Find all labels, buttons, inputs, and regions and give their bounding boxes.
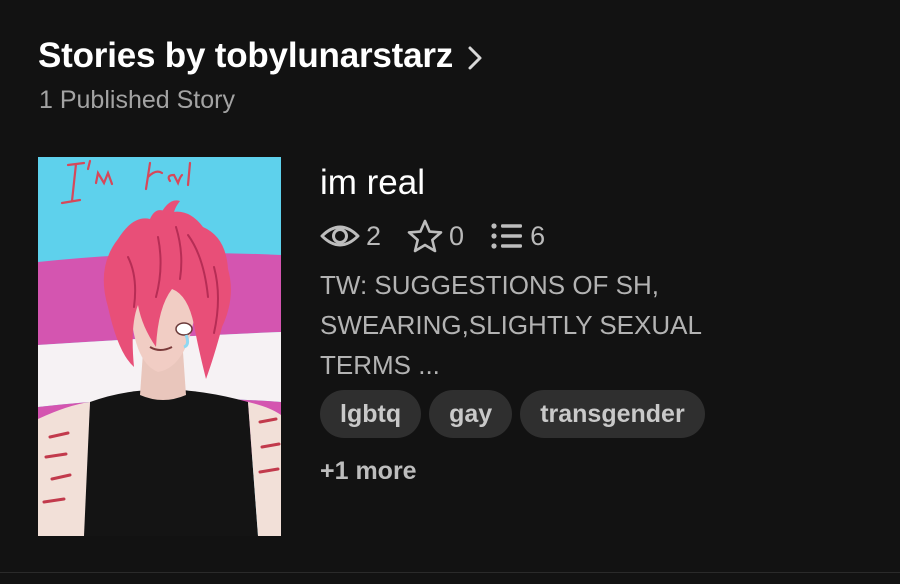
chevron-right-icon: [467, 45, 483, 71]
published-count: 1 Published Story: [39, 86, 235, 114]
reads-count: 2: [366, 220, 382, 251]
story-stats: 2 0 6: [320, 219, 571, 253]
story-cover-image[interactable]: [38, 157, 281, 536]
tag-list: lgbtq gay transgender: [320, 390, 705, 438]
story-card[interactable]: im real 2 0 6 TW: SUGGESTIONS OF SH, SWE…: [38, 157, 738, 537]
votes-count: 0: [449, 220, 465, 251]
more-tags-link[interactable]: +1 more: [320, 457, 417, 486]
votes-stat: 0: [407, 219, 464, 253]
stories-header-link[interactable]: Stories by tobylunarstarz: [38, 36, 483, 76]
eye-icon: [320, 222, 360, 250]
header-title: Stories by tobylunarstarz: [38, 36, 454, 75]
tag-lgbtq[interactable]: lgbtq: [320, 390, 422, 438]
description-line: TERMS ...: [320, 350, 440, 380]
reads-stat: 2: [320, 221, 381, 252]
parts-stat: 6: [490, 221, 545, 252]
story-description: TW: SUGGESTIONS OF SH, SWEARING,SLIGHTLY…: [320, 265, 730, 385]
parts-count: 6: [530, 220, 546, 251]
divider: [0, 572, 900, 573]
tag-gay[interactable]: gay: [429, 390, 513, 438]
description-line: SWEARING,SLIGHTLY SEXUAL: [320, 310, 702, 340]
tag-transgender[interactable]: transgender: [520, 390, 705, 438]
description-line: TW: SUGGESTIONS OF SH,: [320, 270, 659, 300]
list-icon: [490, 222, 524, 250]
star-icon: [407, 219, 443, 253]
story-title[interactable]: im real: [320, 163, 425, 203]
